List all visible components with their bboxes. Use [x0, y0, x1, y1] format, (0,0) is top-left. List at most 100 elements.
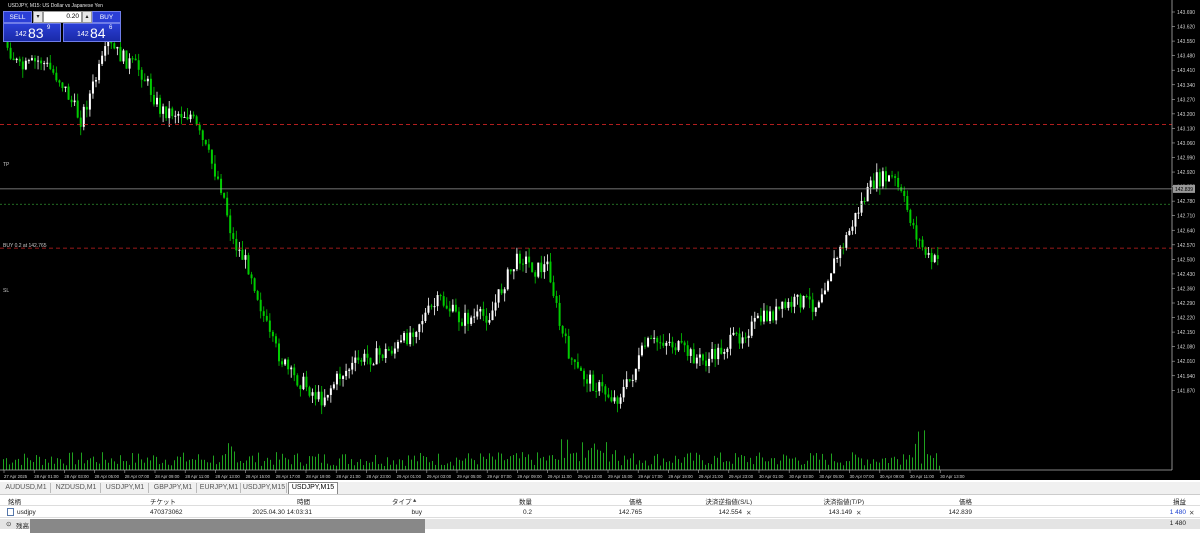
- volume-bar: [705, 464, 706, 470]
- candle-body: [317, 391, 320, 400]
- volume-bar: [708, 463, 709, 470]
- volume-bar: [858, 457, 859, 470]
- volume-bar: [318, 453, 319, 470]
- candle-body: [479, 308, 482, 312]
- volume-bar: [852, 452, 853, 470]
- time-tick-label: 29 Apr 23:00: [729, 474, 754, 479]
- candle-body: [717, 347, 720, 360]
- candle-body: [616, 397, 619, 404]
- candle-body: [256, 291, 259, 300]
- row-sl[interactable]: 142.554: [700, 509, 743, 516]
- volume-bar: [186, 461, 187, 470]
- volume-bar: [681, 462, 682, 470]
- candle-body: [345, 370, 348, 377]
- volume-bar: [189, 459, 190, 470]
- candle-body: [149, 78, 152, 95]
- candle-body: [18, 58, 21, 62]
- candle-body: [241, 249, 244, 260]
- volume-bar: [540, 458, 541, 470]
- candle-body: [198, 124, 201, 131]
- tab-nzdusd-m1[interactable]: NZDUSD,M1: [52, 483, 101, 493]
- candle-body: [467, 312, 470, 324]
- ask-price-box[interactable]: 142 84 6: [63, 23, 121, 42]
- clear-tp-icon[interactable]: ✕: [856, 509, 861, 517]
- candle-body: [177, 113, 180, 116]
- volume-bar: [30, 460, 31, 470]
- volume-bar: [387, 457, 388, 470]
- lot-decrease-button[interactable]: ▾: [33, 11, 43, 23]
- candle-body: [332, 384, 335, 389]
- volume-bar: [546, 460, 547, 470]
- volume-bar: [714, 455, 715, 470]
- bid-price-box[interactable]: 142 83 9: [3, 23, 61, 42]
- volume-bar: [939, 465, 940, 470]
- time-tick-label: 30 Apr 11:00: [910, 474, 935, 479]
- candle-body: [393, 348, 396, 354]
- volume-bar: [744, 456, 745, 470]
- volume-bar: [594, 443, 595, 470]
- volume-bar: [21, 464, 22, 470]
- candle-body: [491, 310, 494, 321]
- volume-bar: [399, 459, 400, 470]
- candle-body: [860, 201, 863, 213]
- candle-body: [772, 311, 775, 321]
- candle-body: [509, 269, 512, 272]
- candle-body: [775, 306, 778, 321]
- buy-button[interactable]: BUY: [92, 11, 121, 23]
- candle-body: [162, 106, 165, 114]
- price-tick-label: 143.620: [1177, 25, 1195, 31]
- candle-body: [293, 367, 296, 376]
- candle-body: [107, 41, 110, 47]
- price-tick-label: 143.690: [1177, 10, 1195, 16]
- candle-body: [403, 332, 406, 341]
- candle-body: [238, 249, 241, 251]
- time-tick-label: 28 Apr 21:00: [336, 474, 361, 479]
- tab-usdjpy-m15[interactable]: USDJPY,M15: [242, 483, 287, 493]
- candle-body: [769, 311, 772, 322]
- clear-sl-icon[interactable]: ✕: [746, 509, 751, 517]
- chart-canvas[interactable]: 143.690 143.620 143.550 143.480 143.410 143.3…: [0, 0, 1200, 480]
- volume-bar: [570, 453, 571, 470]
- tab-usdjpy-m15-active[interactable]: USDJPY,M15: [288, 482, 338, 494]
- time-tick-label: 29 Apr 11:00: [548, 474, 573, 479]
- volume-bar: [525, 457, 526, 470]
- close-position-icon[interactable]: ✕: [1189, 509, 1194, 517]
- volume-bar: [36, 455, 37, 470]
- volume-bar: [522, 452, 523, 470]
- tab-eurjpy-m1[interactable]: EURJPY,M1: [198, 483, 241, 493]
- candle-body: [95, 80, 97, 82]
- volume-bar: [9, 464, 10, 470]
- volume-bar: [837, 462, 838, 470]
- candle-body: [912, 222, 915, 226]
- candle-body: [698, 354, 701, 358]
- time-tick-label: 28 Apr 05:00: [95, 474, 120, 479]
- price-tick-label: 142.010: [1177, 359, 1195, 365]
- one-click-trading-panel: SELL ▾ 0.20 ▴ BUY 142 83 9 142 84 6: [3, 11, 121, 42]
- candle-body: [695, 357, 698, 364]
- lot-size-input[interactable]: 0.20: [43, 11, 82, 23]
- tab-usdjpy-m1[interactable]: USDJPY,M1: [102, 483, 149, 493]
- time-tick-label: 29 Apr 15:00: [608, 474, 633, 479]
- row-symbol[interactable]: usdjpy: [17, 509, 36, 516]
- candle-body: [637, 355, 640, 369]
- candle-body: [40, 60, 43, 64]
- candle-body: [457, 311, 460, 323]
- volume-bar: [84, 463, 85, 470]
- tab-audusd-m1[interactable]: AUDUSD,M1: [2, 483, 51, 493]
- volume-bar: [870, 463, 871, 470]
- candle-body: [265, 315, 268, 321]
- current-price-label: 142.839: [1175, 187, 1193, 193]
- volume-bar: [531, 459, 532, 470]
- lot-increase-button[interactable]: ▴: [82, 11, 92, 23]
- candle-body: [244, 255, 247, 260]
- tab-gbpjpy-m1[interactable]: GBPJPY,M1: [150, 483, 197, 493]
- volume-bar: [276, 452, 277, 470]
- volume-bar: [33, 462, 34, 470]
- volume-bar: [726, 461, 727, 470]
- volume-bar: [888, 462, 889, 470]
- candle-body: [116, 46, 119, 49]
- sell-button[interactable]: SELL: [3, 11, 32, 23]
- row-tp[interactable]: 143.149: [810, 509, 853, 516]
- price-chart[interactable]: 143.690 143.620 143.550 143.480 143.410 143.3…: [0, 0, 1200, 480]
- price-tick-label: 142.570: [1177, 243, 1195, 249]
